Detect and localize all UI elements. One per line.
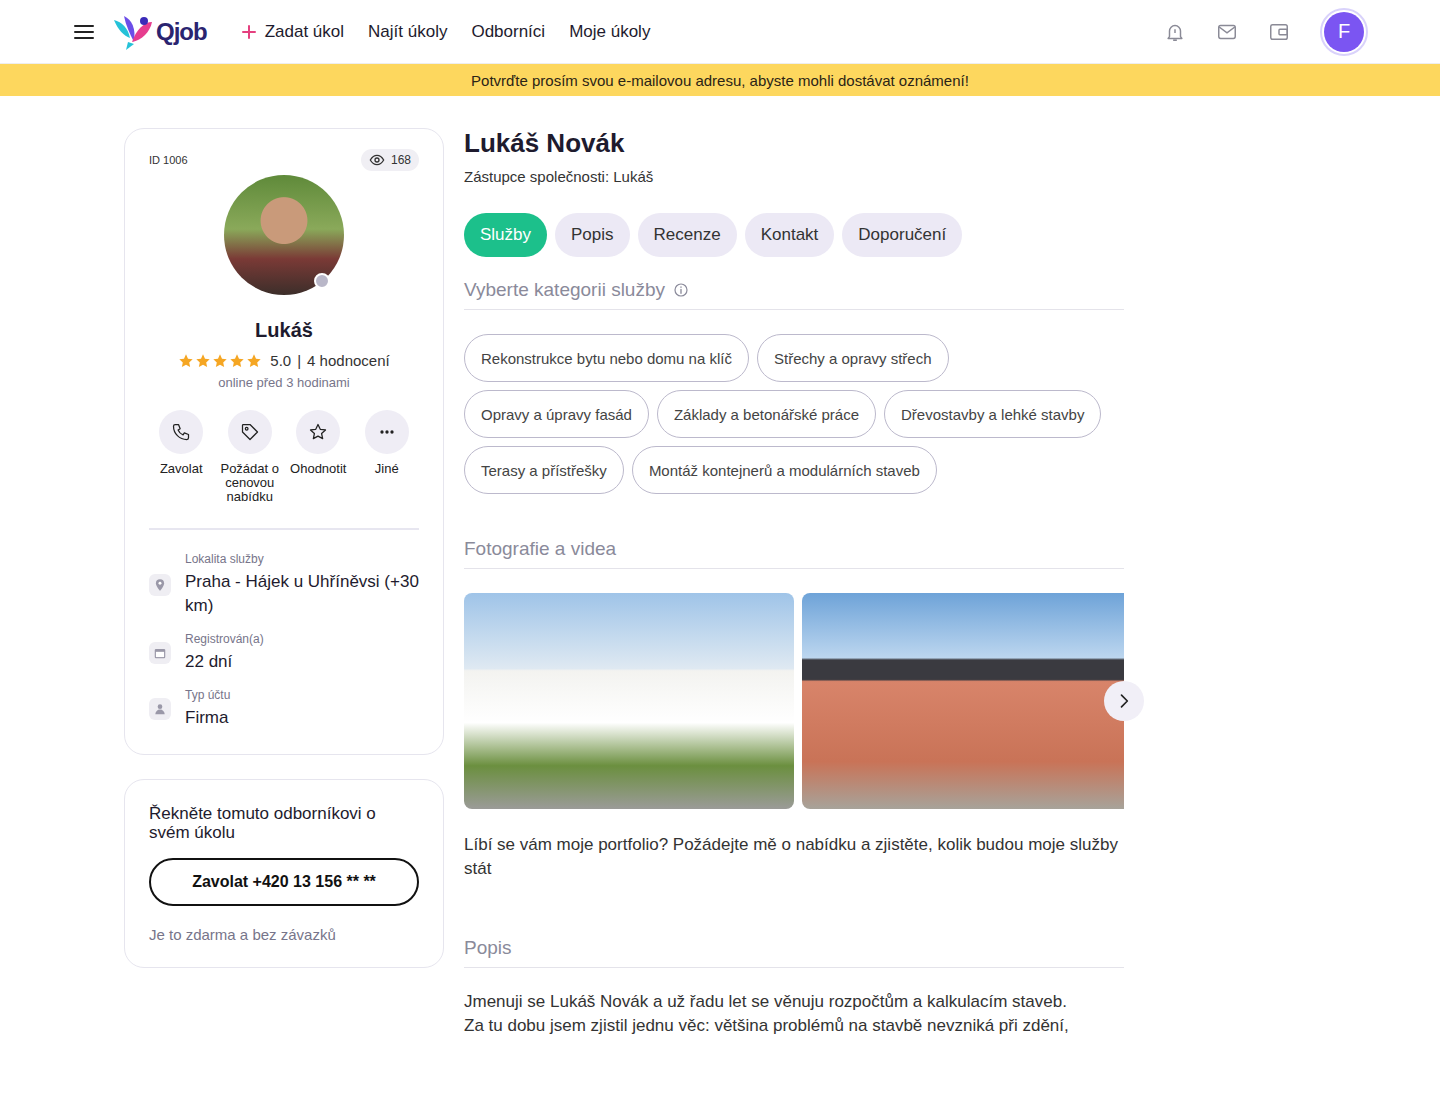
carousel-next-button[interactable]: [1104, 681, 1144, 721]
category-chip[interactable]: Dřevostavby a lehké stavby: [884, 390, 1101, 438]
more-icon: [377, 422, 397, 442]
calendar-icon: [153, 646, 167, 660]
nav-link[interactable]: Najít úkoly: [368, 22, 447, 42]
tab[interactable]: Popis: [555, 213, 630, 257]
tab[interactable]: Recenze: [638, 213, 737, 257]
category-chip[interactable]: Terasy a přístřešky: [464, 446, 624, 494]
eye-icon: [369, 152, 385, 168]
description: Jmenuji se Lukáš Novák a už řadu let se …: [464, 990, 1124, 1038]
star-outline-icon: [308, 422, 328, 442]
call-button[interactable]: Zavolat +420 13 156 ** **: [149, 858, 419, 906]
profile-id: ID 1006: [149, 154, 188, 166]
section-heading: Popis: [464, 937, 1124, 968]
user-icon: [153, 702, 167, 716]
category-chip[interactable]: Montáž kontejnerů a modulárních staveb: [632, 446, 937, 494]
company-title: Lukáš Novák: [464, 128, 1124, 158]
star-icon: [178, 353, 194, 369]
section-heading: Vyberte kategorii služby: [464, 279, 1124, 310]
logo[interactable]: Qjob: [110, 12, 207, 52]
star-icon: [246, 353, 262, 369]
portfolio-photo[interactable]: [802, 593, 1124, 809]
plus-icon: [241, 24, 257, 40]
tab[interactable]: Kontakt: [745, 213, 835, 257]
category-chip[interactable]: Rekonstrukce bytu nebo domu na klíč: [464, 334, 749, 382]
last-online: online před 3 hodinami: [149, 375, 419, 390]
star-icon: [195, 353, 211, 369]
photo-carousel: [464, 593, 1124, 809]
call-card: Řekněte tomuto odborníkovi o svém úkolu …: [124, 779, 444, 968]
tab[interactable]: Doporučení: [842, 213, 962, 257]
info-icon[interactable]: [673, 282, 689, 298]
logo-bird-icon: [110, 12, 156, 52]
tag-icon: [240, 422, 260, 442]
category-chip[interactable]: Střechy a opravy střech: [757, 334, 949, 382]
portfolio-photo[interactable]: [464, 593, 794, 809]
category-chip[interactable]: Opravy a úpravy fasád: [464, 390, 649, 438]
tab[interactable]: Služby: [464, 213, 547, 257]
bell-icon[interactable]: [1164, 21, 1186, 43]
location-icon: [153, 578, 167, 592]
star-icon: [229, 353, 245, 369]
top-nav: Qjob Zadat úkol Najít úkoly Odborníci Mo…: [0, 0, 1440, 64]
star-icon: [212, 353, 228, 369]
chevron-right-icon: [1114, 691, 1134, 711]
category-chip[interactable]: Základy a betonářské práce: [657, 390, 876, 438]
view-count: 168: [361, 149, 419, 171]
phone-icon: [171, 422, 191, 442]
page: Qjob Zadat úkol Najít úkoly Odborníci Mo…: [0, 0, 1440, 1038]
tabs: SlužbyPopisRecenzeKontaktDoporučení: [464, 213, 1124, 257]
profile-action[interactable]: Ohodnotit: [286, 410, 351, 504]
menu-icon[interactable]: [72, 20, 96, 44]
profile-action[interactable]: Zavolat: [149, 410, 214, 504]
nav-link[interactable]: Odborníci: [471, 22, 545, 42]
portfolio-text: Líbí se vám moje portfolio? Požádejte mě…: [464, 833, 1124, 881]
mail-icon[interactable]: [1216, 21, 1238, 43]
nav-link[interactable]: Zadat úkol: [241, 22, 344, 42]
profile-action[interactable]: Jiné: [355, 410, 420, 504]
user-avatar[interactable]: F: [1320, 8, 1368, 56]
profile-action[interactable]: Požádat o cenovou nabídku: [218, 410, 283, 504]
info-row: Typ účtu Firma: [149, 688, 419, 730]
company-subtitle: Zástupce společnosti: Lukáš: [464, 168, 1124, 185]
info-row: Lokalita služby Praha - Hájek u Uhříněvs…: [149, 552, 419, 618]
rating: 5.0 | 4 hodnocení: [149, 352, 419, 369]
section-heading: Fotografie a videa: [464, 538, 1124, 569]
profile-card: ID 1006 168 Lukáš 5.0 | 4 hodnocení onli…: [124, 128, 444, 755]
wallet-icon[interactable]: [1268, 21, 1290, 43]
email-banner: Potvrďte prosím svou e-mailovou adresu, …: [0, 64, 1440, 96]
info-row: Registrován(a) 22 dní: [149, 632, 419, 674]
profile-name: Lukáš: [149, 319, 419, 342]
nav-link[interactable]: Moje úkoly: [569, 22, 650, 42]
online-status-dot: [314, 273, 330, 289]
